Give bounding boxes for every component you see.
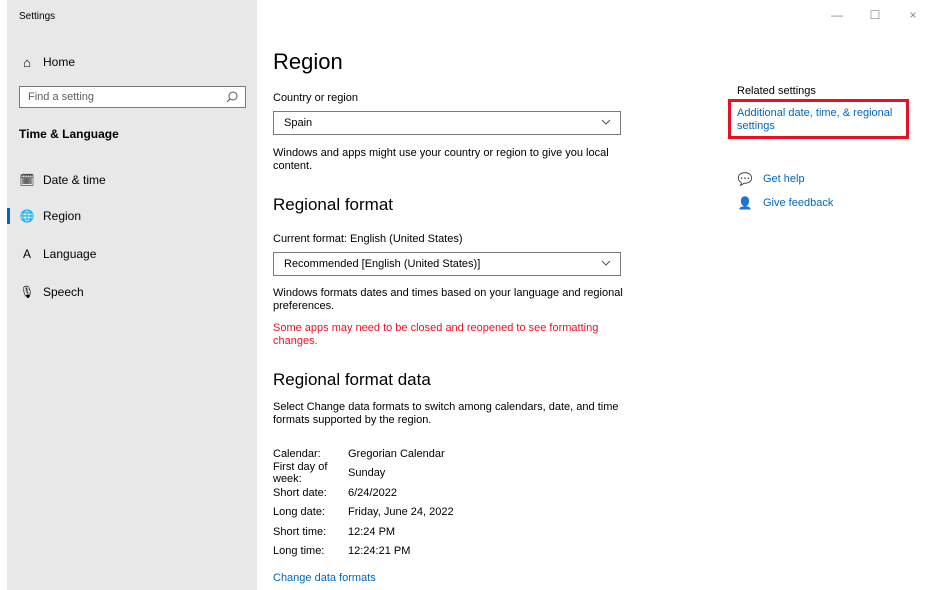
feedback-person-icon: 👤 bbox=[737, 196, 753, 210]
sidebar-item-label: Home bbox=[43, 55, 76, 69]
format-data-description: Select Change data formats to switch amo… bbox=[273, 401, 619, 426]
give-feedback-link[interactable]: 👤 Give feedback bbox=[737, 196, 834, 210]
table-row: First day of week: Sunday bbox=[273, 461, 454, 486]
row-key: Short date: bbox=[273, 486, 327, 499]
app-title: Settings bbox=[19, 11, 56, 22]
sidebar-item-date-time[interactable]: 🗓 Date & time bbox=[7, 166, 257, 194]
sidebar-item-language[interactable]: A Language bbox=[7, 240, 257, 268]
chevron-down-icon bbox=[601, 260, 611, 266]
sidebar: Settings ⌂ Home Find a setting Time & La… bbox=[7, 0, 257, 590]
maximize-button[interactable]: ☐ bbox=[868, 8, 882, 22]
row-key: Short time: bbox=[273, 525, 327, 538]
country-label: Country or region bbox=[273, 92, 358, 104]
page-title: Region bbox=[273, 49, 343, 74]
table-row: Short time: 12:24 PM bbox=[273, 522, 454, 542]
sidebar-item-home[interactable]: ⌂ Home bbox=[7, 48, 257, 76]
search-placeholder: Find a setting bbox=[28, 91, 95, 103]
row-value: 12:24 PM bbox=[348, 525, 396, 538]
country-selected: Spain bbox=[284, 117, 313, 129]
search-icon bbox=[226, 91, 238, 103]
row-key: Long date: bbox=[273, 506, 325, 519]
table-row: Long date: Friday, June 24, 2022 bbox=[273, 503, 454, 523]
format-data-heading: Regional format data bbox=[273, 370, 431, 389]
country-dropdown[interactable]: Spain bbox=[273, 111, 621, 135]
home-icon: ⌂ bbox=[23, 54, 31, 70]
formatting-warning: Some apps may need to be closed and reop… bbox=[273, 322, 599, 347]
regional-format-selected: Recommended [English (United States)] bbox=[284, 258, 481, 270]
row-value: Gregorian Calendar bbox=[348, 447, 445, 460]
row-value: Sunday bbox=[348, 467, 386, 480]
search-input[interactable]: Find a setting bbox=[19, 86, 246, 108]
microphone-icon: 🎙 bbox=[19, 285, 35, 299]
calendar-clock-icon: 🗓 bbox=[19, 173, 35, 187]
additional-regional-settings-link[interactable]: Additional date, time, & regional settin… bbox=[737, 107, 905, 133]
close-button[interactable]: × bbox=[906, 8, 920, 22]
sidebar-item-label: Language bbox=[43, 247, 97, 261]
window-controls: — ☐ × bbox=[830, 8, 926, 22]
row-value: 6/24/2022 bbox=[348, 486, 397, 499]
chevron-down-icon bbox=[601, 119, 611, 125]
change-data-formats-link[interactable]: Change data formats bbox=[273, 572, 376, 584]
get-help-label: Get help bbox=[763, 173, 805, 185]
get-help-link[interactable]: 💬 Get help bbox=[737, 172, 805, 186]
regional-format-heading: Regional format bbox=[273, 195, 394, 214]
minimize-button[interactable]: — bbox=[830, 8, 844, 22]
row-value: 12:24:21 PM bbox=[348, 545, 411, 558]
row-value: Friday, June 24, 2022 bbox=[348, 506, 454, 519]
country-description: Windows and apps might use your country … bbox=[273, 147, 609, 172]
sidebar-item-label: Date & time bbox=[43, 173, 106, 187]
regional-format-dropdown[interactable]: Recommended [English (United States)] bbox=[273, 252, 621, 276]
chat-help-icon: 💬 bbox=[737, 172, 753, 186]
give-feedback-label: Give feedback bbox=[763, 197, 834, 209]
row-key: First day of week: bbox=[273, 461, 328, 486]
row-key: Long time: bbox=[273, 545, 325, 558]
row-key: Calendar: bbox=[273, 447, 321, 460]
sidebar-item-region[interactable]: 🌐 Region bbox=[7, 202, 257, 230]
table-row: Short date: 6/24/2022 bbox=[273, 483, 454, 503]
format-data-table: Calendar: Gregorian Calendar First day o… bbox=[273, 444, 454, 561]
regional-format-description: Windows formats dates and times based on… bbox=[273, 287, 623, 312]
current-format-label: Current format: English (United States) bbox=[273, 233, 463, 245]
language-icon: A bbox=[22, 247, 31, 261]
sidebar-item-label: Region bbox=[43, 209, 82, 223]
table-row: Long time: 12:24:21 PM bbox=[273, 542, 454, 562]
section-label: Time & Language bbox=[19, 127, 119, 141]
sidebar-item-speech[interactable]: 🎙 Speech bbox=[7, 278, 257, 306]
sidebar-item-label: Speech bbox=[43, 285, 84, 299]
globe-icon: 🌐 bbox=[19, 209, 35, 223]
related-settings-title: Related settings bbox=[737, 85, 816, 97]
